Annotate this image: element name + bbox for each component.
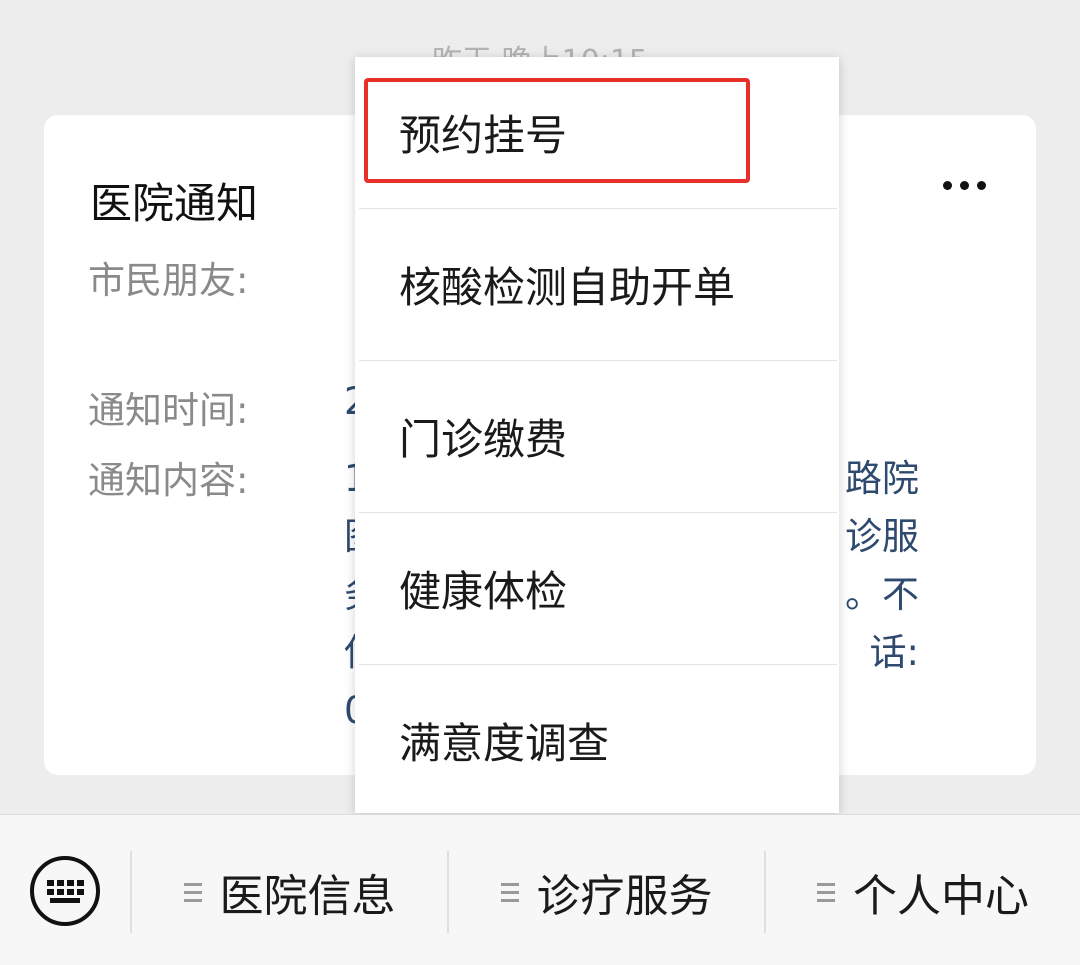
menu-item-outpatient-payment[interactable]: 门诊缴费: [355, 361, 839, 511]
content-label: 通知内容:: [88, 459, 249, 502]
menu-personal-center[interactable]: 个人中心: [766, 851, 1080, 933]
menu-label: 诊疗服务: [536, 871, 713, 922]
menu-lines-icon: [500, 882, 519, 902]
keyboard-icon[interactable]: [30, 856, 100, 926]
time-label: 通知时间:: [88, 389, 249, 432]
menu-item-covid-test-order[interactable]: 核酸检测自助开单: [355, 209, 839, 359]
menu-item-health-checkup[interactable]: 健康体检: [355, 513, 839, 663]
more-options-icon[interactable]: [943, 181, 986, 190]
notice-title: 医院通知: [90, 179, 259, 228]
menu-medical-services[interactable]: 诊疗服务: [449, 851, 764, 933]
menu-lines-icon: [183, 882, 202, 902]
menu-item-satisfaction-survey[interactable]: 满意度调查: [355, 665, 839, 815]
bottom-menu-bar: 医院信息 诊疗服务 个人中心: [0, 814, 1080, 965]
greeting-text: 市民朋友:: [88, 259, 249, 302]
menu-lines-icon: [817, 882, 835, 902]
menu-label: 医院信息: [219, 871, 396, 922]
menu-hospital-info[interactable]: 医院信息: [132, 851, 447, 933]
highlight-box: [364, 78, 750, 183]
menu-label: 个人中心: [853, 871, 1029, 922]
